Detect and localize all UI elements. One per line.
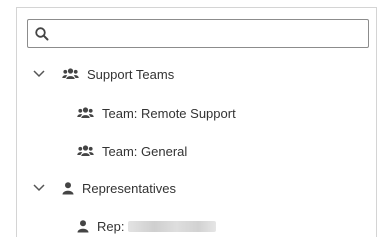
- search-field[interactable]: [27, 19, 369, 48]
- tree-node-label: Team: General: [102, 143, 188, 159]
- chevron-down-icon[interactable]: [32, 67, 46, 81]
- users-icon: [77, 145, 94, 157]
- users-icon: [77, 107, 94, 119]
- tree-node-representatives[interactable]: Representatives: [32, 176, 176, 200]
- chevron-down-icon[interactable]: [32, 181, 46, 195]
- tree-node-label: Support Teams: [87, 66, 175, 82]
- redacted-name: [128, 220, 217, 232]
- tree-panel: Support Teams Team: Remote Support Team:…: [16, 7, 377, 237]
- tree-node-team-general[interactable]: Team: General: [77, 139, 187, 163]
- tree-node-label: Rep:: [97, 218, 125, 234]
- tree-node-support-teams[interactable]: Support Teams: [32, 62, 174, 86]
- user-icon: [77, 219, 89, 233]
- tree-node-rep[interactable]: Rep:: [77, 214, 217, 237]
- user-icon: [62, 181, 74, 195]
- tree-node-team-remote-support[interactable]: Team: Remote Support: [77, 101, 236, 125]
- tree-node-label: Representatives: [82, 180, 176, 196]
- tree-node-label: Team: Remote Support: [102, 105, 236, 121]
- search-input[interactable]: [56, 22, 356, 45]
- search-icon: [34, 26, 50, 42]
- users-icon: [62, 68, 79, 80]
